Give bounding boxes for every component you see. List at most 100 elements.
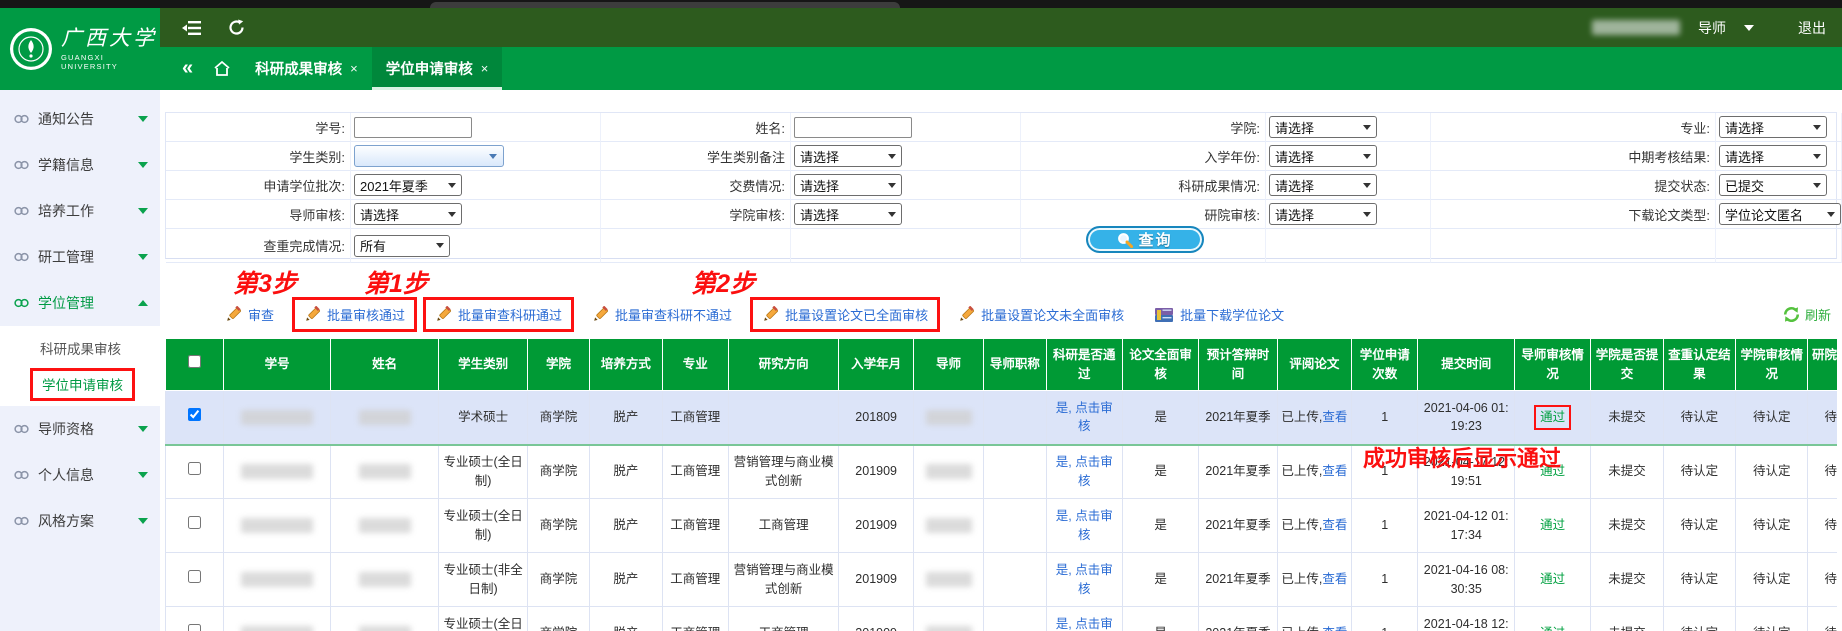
row-checkbox[interactable]	[188, 408, 201, 421]
sidebar-item-training[interactable]: 培养工作	[0, 188, 160, 234]
batch-download-thesis-button[interactable]: 批量下载学位论文	[1154, 305, 1284, 324]
sidebar-item-research-result-review[interactable]: 科研成果审核	[0, 330, 160, 366]
student-id-input[interactable]	[354, 117, 472, 138]
tab-close-icon[interactable]: ×	[481, 61, 489, 76]
table-row[interactable]: 专业硕士(全日制) 商学院 脱产 工商管理 工商管理 201909 是, 点击审…	[166, 607, 1838, 631]
research-review-link[interactable]: 是, 点击审核	[1056, 401, 1113, 434]
enroll-year-select[interactable]: 请选择	[1269, 145, 1377, 167]
midterm-result-select[interactable]: 请选择	[1719, 145, 1827, 167]
cell-college-submit: 未提交	[1591, 391, 1663, 445]
view-thesis-link[interactable]: 查看	[1322, 518, 1347, 532]
step-annotation: 第2步	[691, 264, 755, 300]
view-thesis-link[interactable]: 查看	[1322, 572, 1347, 586]
column-header: 论文全面审核	[1122, 339, 1198, 391]
logout-button[interactable]: 退出	[1798, 18, 1826, 38]
cell-defense-time: 2021年夏季	[1199, 499, 1277, 553]
student-type-combo[interactable]	[354, 145, 504, 167]
refresh-list-button[interactable]: 刷新	[1782, 305, 1831, 324]
batch-research-fail-button[interactable]: 批量审查科研不通过	[592, 305, 732, 324]
chevron-down-icon	[1813, 183, 1821, 188]
tab-degree-review[interactable]: 学位申请审核 ×	[372, 47, 503, 90]
research-review-link[interactable]: 是, 点击审核	[1056, 617, 1113, 631]
batch-research-pass-button[interactable]: 第1步 批量审查科研通过	[423, 297, 574, 332]
tab-research-review[interactable]: 科研成果审核 ×	[241, 47, 372, 90]
cell-college-submit: 未提交	[1591, 445, 1663, 499]
cell-grad-status: 待认定	[1808, 391, 1837, 445]
status-badge: 通过	[1534, 405, 1571, 430]
research-result-label: 科研成果情况:	[1178, 176, 1260, 195]
sidebar-item-mentor-qualification[interactable]: 导师资格	[0, 406, 160, 452]
dupcheck-select[interactable]: 所有	[354, 235, 450, 257]
sidebar-toggle-icon[interactable]	[182, 20, 202, 36]
sidebar-item-personal-info[interactable]: 个人信息	[0, 452, 160, 498]
table-row[interactable]: 专业硕士(非全日制) 商学院 脱产 工商管理 营销管理与商业模式创新 20190…	[166, 553, 1838, 607]
payment-select[interactable]: 请选择	[794, 174, 902, 196]
cell-mentor-title	[984, 553, 1046, 607]
row-checkbox[interactable]	[188, 624, 201, 631]
tab-close-icon[interactable]: ×	[350, 61, 358, 76]
grad-audit-select[interactable]: 请选择	[1269, 203, 1377, 225]
research-review-link[interactable]: 是, 点击审核	[1056, 455, 1113, 488]
degree-batch-select[interactable]: 2021年夏季	[354, 174, 462, 196]
column-header: 研究方向	[728, 339, 839, 391]
major-select[interactable]: 请选择	[1719, 116, 1827, 138]
sidebar-item-style-scheme[interactable]: 风格方案	[0, 498, 160, 544]
chevron-down-icon	[138, 254, 148, 260]
sidebar-item-notices[interactable]: 通知公告	[0, 96, 160, 142]
cell-mentor-title	[984, 499, 1046, 553]
university-logo: 广西大学 GUANGXI UNIVERSITY	[0, 8, 160, 90]
redacted-student-id	[241, 518, 313, 533]
table-row[interactable]: 专业硕士(全日制) 商学院 脱产 工商管理 工商管理 201909 是, 点击审…	[166, 499, 1838, 553]
sidebar-item-student-records[interactable]: 学籍信息	[0, 142, 160, 188]
batch-set-thesis-unreviewed-button[interactable]: 批量设置论文未全面审核	[958, 305, 1124, 324]
user-menu-caret-icon[interactable]	[1744, 25, 1754, 31]
view-thesis-link[interactable]: 查看	[1322, 626, 1347, 631]
link-icon	[14, 298, 29, 308]
chevron-down-icon	[888, 154, 896, 159]
sidebar-item-degree-application-review[interactable]: 学位申请审核	[0, 366, 160, 402]
sidebar-item-research-mgmt[interactable]: 研工管理	[0, 234, 160, 280]
chevron-down-icon	[138, 472, 148, 478]
research-review-link[interactable]: 是, 点击审核	[1056, 563, 1113, 596]
cell-enroll: 201909	[839, 607, 913, 631]
batch-approve-button[interactable]: 第3步 批量审核通过	[292, 297, 417, 332]
table-row[interactable]: 专业硕士(全日制) 商学院 脱产 工商管理 营销管理与商业模式创新 201909…	[166, 445, 1838, 499]
redacted-mentor	[926, 626, 972, 631]
research-result-select[interactable]: 请选择	[1269, 174, 1377, 196]
college-select[interactable]: 请选择	[1269, 116, 1377, 138]
batch-set-thesis-reviewed-button[interactable]: 第2步 批量设置论文已全面审核	[750, 297, 940, 332]
sidebar-item-degree-mgmt[interactable]: 学位管理	[0, 280, 160, 326]
row-checkbox[interactable]	[188, 570, 201, 583]
review-button[interactable]: 审查	[225, 305, 274, 324]
cell-mentor-title	[984, 445, 1046, 499]
row-checkbox[interactable]	[188, 462, 201, 475]
row-checkbox[interactable]	[188, 516, 201, 529]
status-badge: 通过	[1540, 518, 1565, 532]
column-header: 导师	[913, 339, 983, 391]
cell-select	[166, 391, 224, 445]
redacted-student-id	[241, 572, 313, 587]
cell-grad-status: 待认定	[1808, 553, 1837, 607]
cell-college-status: 待认定	[1736, 553, 1808, 607]
search-button[interactable]: 查询	[1086, 226, 1204, 253]
refresh-page-icon[interactable]	[228, 19, 245, 36]
select-all-checkbox[interactable]	[188, 355, 201, 368]
collapse-tabs-icon[interactable]: «	[172, 57, 203, 80]
cell-defense-time: 2021年夏季	[1199, 391, 1277, 445]
thesis-type-select[interactable]: 学位论文匿名	[1719, 203, 1841, 225]
research-review-link[interactable]: 是, 点击审核	[1056, 509, 1113, 542]
table-row[interactable]: 学术硕士 商学院 脱产 工商管理 201809 是, 点击审核 是 2021年夏…	[166, 391, 1838, 445]
cell-name	[330, 553, 439, 607]
cell-student-id	[224, 607, 331, 631]
student-type-note-select[interactable]: 请选择	[794, 145, 902, 167]
cell-mode: 脱产	[590, 553, 662, 607]
submit-status-select[interactable]: 已提交	[1719, 174, 1827, 196]
name-input[interactable]	[794, 117, 912, 138]
college-audit-select[interactable]: 请选择	[794, 203, 902, 225]
view-thesis-link[interactable]: 查看	[1322, 410, 1347, 424]
view-thesis-link[interactable]: 查看	[1322, 464, 1347, 478]
user-role-label[interactable]: 导师	[1698, 18, 1726, 38]
mentor-audit-select[interactable]: 请选择	[354, 203, 462, 225]
cell-apply-count: 1	[1352, 499, 1418, 553]
home-icon[interactable]	[203, 60, 241, 77]
